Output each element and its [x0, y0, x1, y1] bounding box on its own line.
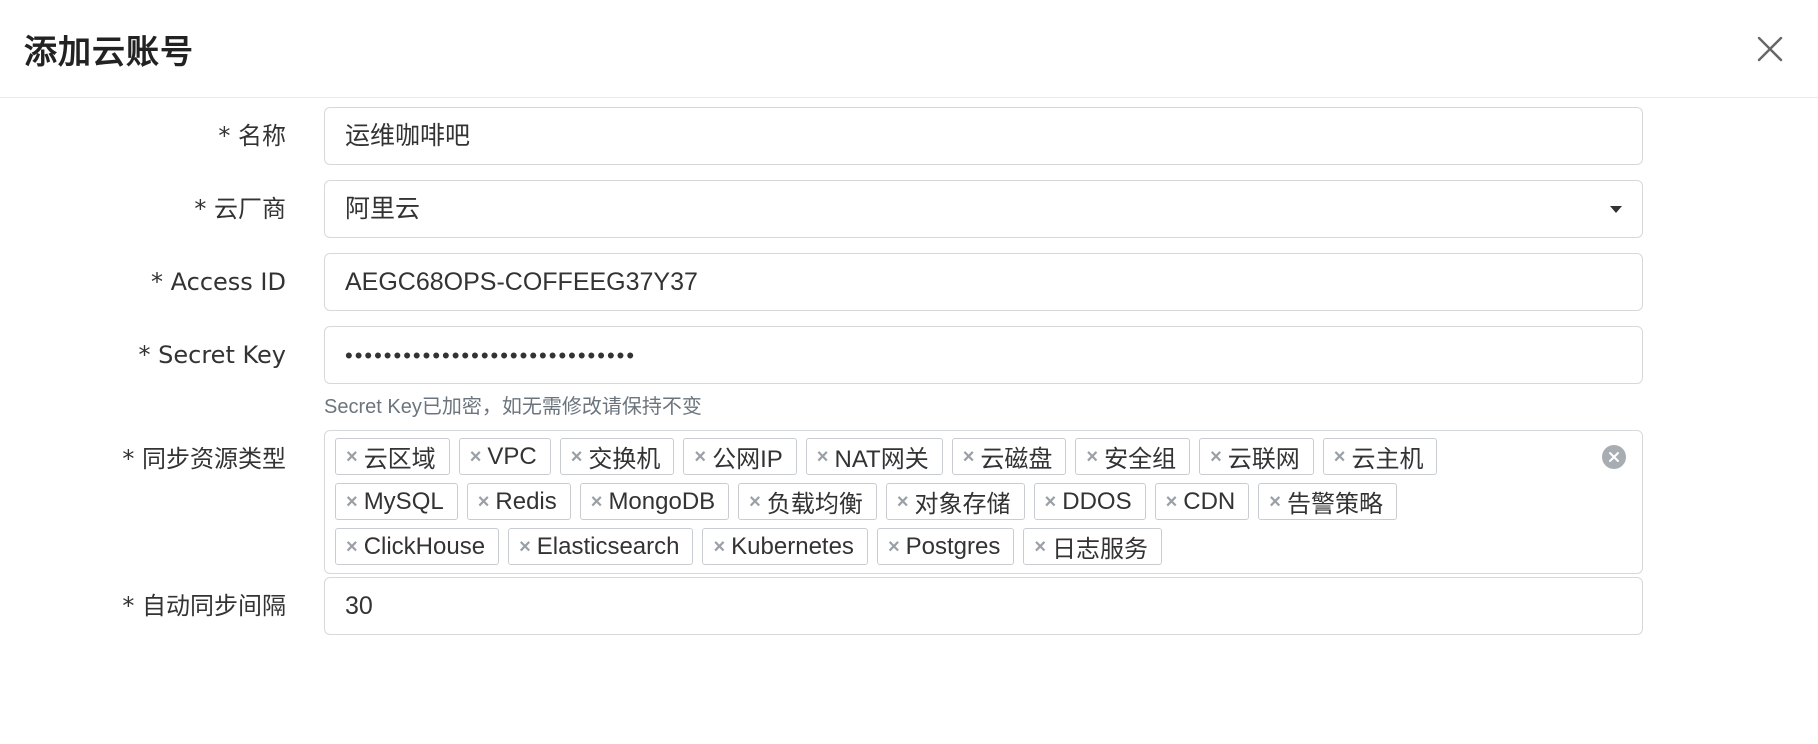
remove-tag-icon[interactable]: ×	[694, 447, 706, 467]
remove-tag-icon[interactable]: ×	[1269, 492, 1281, 512]
remove-tag-icon[interactable]: ×	[897, 492, 909, 512]
resource-tag: × 安全组	[1075, 438, 1191, 475]
close-button[interactable]	[1748, 27, 1792, 71]
remove-tag-icon[interactable]: ×	[478, 492, 490, 512]
resource-tag: × 云磁盘	[951, 438, 1067, 475]
add-cloud-account-modal: 添加云账号 * 名称 运维咖啡吧 * 云厂商 阿里云 * Access ID A…	[0, 0, 1818, 744]
resource-tag: × 负载均衡	[738, 483, 877, 520]
close-icon	[1757, 36, 1783, 61]
remove-tag-icon[interactable]: ×	[1086, 447, 1098, 467]
resource-tag: × 日志服务	[1023, 528, 1163, 565]
remove-tag-icon[interactable]: ×	[1210, 447, 1222, 467]
remove-tag-icon[interactable]: ×	[888, 537, 900, 557]
modal-header: 添加云账号	[0, 0, 1818, 98]
clear-all-icon[interactable]	[1602, 445, 1626, 469]
name-label: * 名称	[218, 122, 286, 150]
resource-tag: × CDN	[1154, 483, 1250, 520]
resource-tag: × MongoDB	[579, 483, 730, 520]
remove-tag-icon[interactable]: ×	[470, 447, 482, 467]
caret-down-icon	[1610, 205, 1622, 213]
name-input[interactable]: 运维咖啡吧	[324, 107, 1643, 165]
resource-tag: × 云主机	[1322, 438, 1438, 475]
sync-interval-input[interactable]: 30	[324, 577, 1643, 635]
secret-key-masked-value: ••••••••••••••••••••••••••••••	[345, 343, 637, 368]
modal-title: 添加云账号	[24, 31, 194, 71]
resource-tag: × NAT网关	[805, 438, 943, 475]
sync-interval-label: * 自动同步间隔	[122, 592, 286, 620]
remove-tag-icon[interactable]: ×	[519, 537, 531, 557]
resource-tag: × 云联网	[1199, 438, 1314, 475]
provider-label: * 云厂商	[194, 195, 286, 223]
remove-tag-icon[interactable]: ×	[346, 537, 358, 557]
resource-tag: × Redis	[466, 483, 571, 520]
secret-key-hint: Secret Key已加密，如无需修改请保持不变	[324, 396, 702, 418]
resource-tag: × VPC	[458, 438, 551, 475]
remove-tag-icon[interactable]: ×	[1034, 537, 1046, 557]
resource-tag: × Elasticsearch	[508, 528, 694, 565]
resource-tag: × 公网IP	[683, 438, 797, 475]
secret-key-input[interactable]: ••••••••••••••••••••••••••••••	[324, 326, 1643, 384]
remove-tag-icon[interactable]: ×	[817, 447, 829, 467]
remove-tag-icon[interactable]: ×	[1045, 492, 1057, 512]
remove-tag-icon[interactable]: ×	[963, 447, 975, 467]
resource-tag: × 对象存储	[885, 483, 1025, 520]
provider-select[interactable]: 阿里云	[324, 180, 1643, 238]
remove-tag-icon[interactable]: ×	[1166, 492, 1178, 512]
remove-tag-icon[interactable]: ×	[571, 447, 583, 467]
resource-types-label: * 同步资源类型	[122, 445, 286, 473]
resource-tag: × ClickHouse	[335, 528, 500, 565]
access-id-label: * Access ID	[151, 268, 286, 296]
resource-tag: × 交换机	[559, 438, 675, 475]
resource-tag: × DDOS	[1033, 483, 1146, 520]
resource-types-multiselect[interactable]: × 云区域 × VPC × 交换机 × 公网IP × NAT网关 × 云磁盘 × 安全组 × 云…	[324, 430, 1643, 574]
resource-tag: × Postgres	[876, 528, 1015, 565]
remove-tag-icon[interactable]: ×	[591, 492, 603, 512]
provider-selected-value: 阿里云	[345, 195, 421, 223]
remove-tag-icon[interactable]: ×	[346, 492, 358, 512]
resource-tag: × 云区域	[335, 438, 450, 475]
resource-tag: × 告警策略	[1258, 483, 1397, 520]
access-id-input[interactable]: AEGC68OPS-COFFEEG37Y37	[324, 253, 1643, 311]
resource-tag: × Kubernetes	[702, 528, 868, 565]
secret-key-label: * Secret Key	[138, 341, 286, 369]
remove-tag-icon[interactable]: ×	[346, 447, 358, 467]
clear-x-glyph	[1609, 452, 1619, 462]
remove-tag-icon[interactable]: ×	[713, 537, 725, 557]
remove-tag-icon[interactable]: ×	[1334, 447, 1346, 467]
resource-tag: × MySQL	[335, 483, 458, 520]
remove-tag-icon[interactable]: ×	[749, 492, 761, 512]
